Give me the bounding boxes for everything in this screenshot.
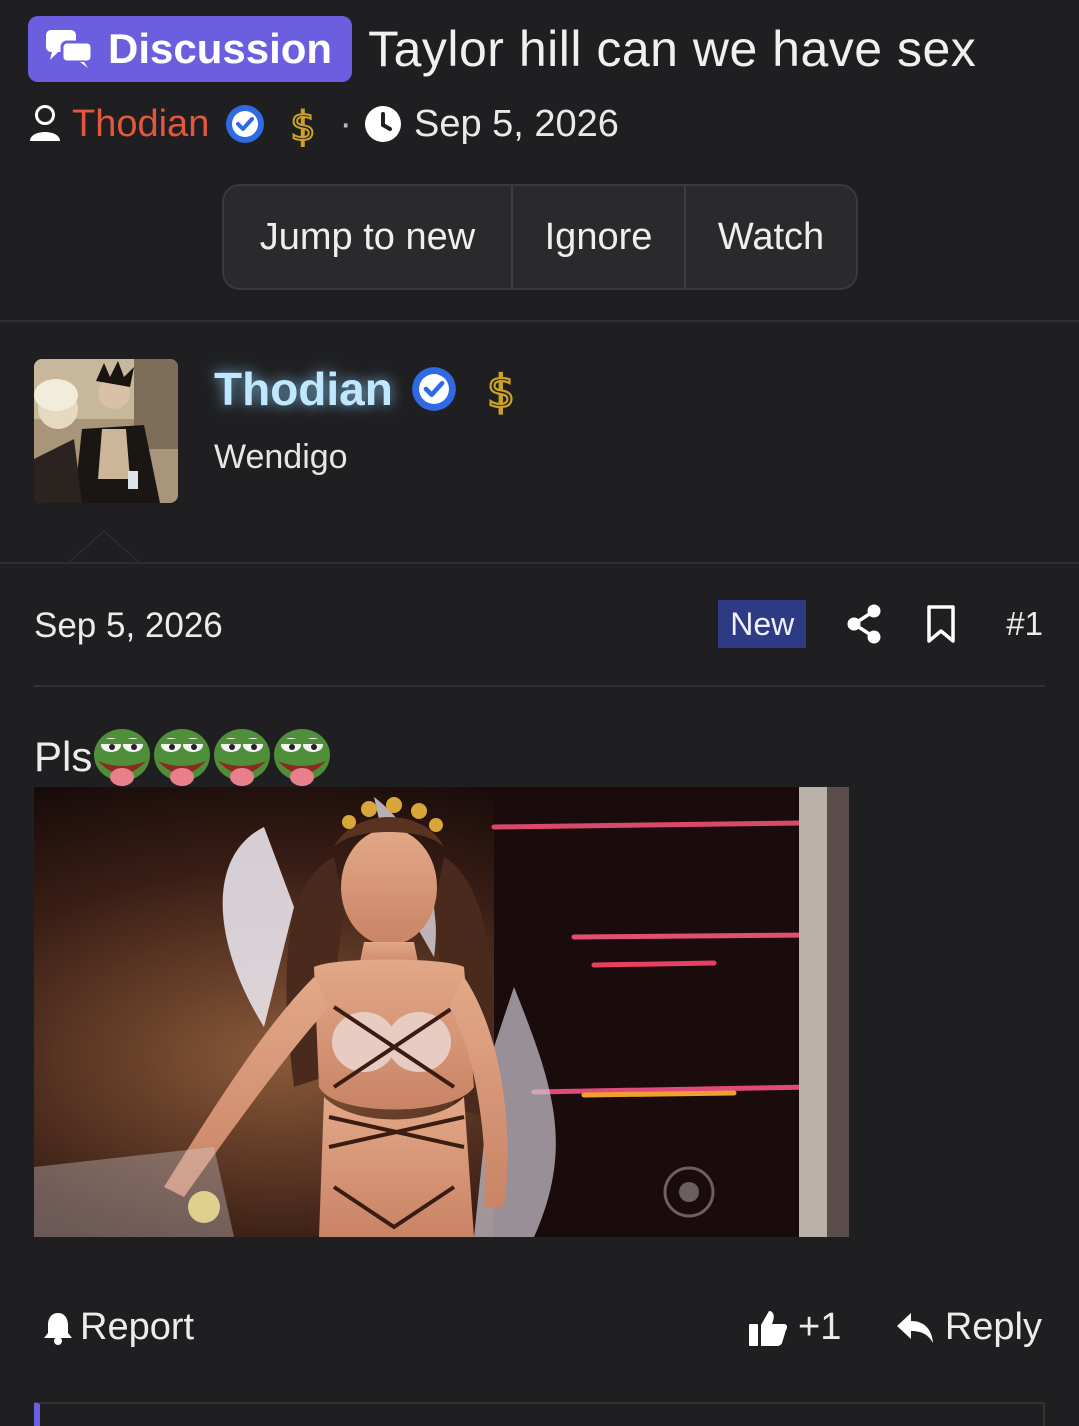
discussion-icon bbox=[46, 30, 94, 68]
bell-icon bbox=[44, 1312, 72, 1345]
meta-separator: · bbox=[339, 102, 352, 145]
post-user-block: Thodian $ Wendigo bbox=[0, 322, 1079, 564]
post-date[interactable]: Sep 5, 2026 bbox=[34, 606, 223, 646]
prefix-badge-discussion[interactable]: Discussion bbox=[28, 16, 353, 82]
thumbs-up-icon bbox=[749, 1310, 788, 1346]
reply-button[interactable]: Reply bbox=[895, 1306, 1042, 1349]
like-button[interactable]: +1 bbox=[748, 1306, 841, 1349]
thread-date: Sep 5, 2026 bbox=[413, 102, 619, 145]
thread-header: Discussion Taylor hill can we have sex T… bbox=[0, 0, 1079, 320]
report-label: Report bbox=[80, 1306, 195, 1348]
ignore-button[interactable]: Ignore bbox=[513, 186, 686, 288]
username-row: Thodian $ bbox=[214, 362, 521, 416]
thread-meta: Thodian $ · Sep 5, 2026 bbox=[28, 100, 619, 148]
post-gif-image[interactable] bbox=[34, 787, 849, 1237]
avatar[interactable] bbox=[34, 359, 178, 503]
reply-label: Reply bbox=[944, 1306, 1042, 1348]
dollar-icon: $ bbox=[290, 103, 317, 148]
like-count: +1 bbox=[798, 1306, 842, 1348]
svg-text:$: $ bbox=[487, 367, 515, 416]
user-title: Wendigo bbox=[214, 438, 348, 476]
bookmark-icon[interactable] bbox=[926, 604, 956, 644]
reply-icon bbox=[896, 1312, 933, 1343]
thread-title: Taylor hill can we have sex bbox=[368, 21, 977, 77]
prefix-label: Discussion bbox=[108, 25, 333, 72]
post-username[interactable]: Thodian bbox=[214, 362, 393, 416]
pepe-emoji-icon bbox=[274, 729, 331, 786]
report-button[interactable]: Report bbox=[42, 1306, 194, 1349]
svg-text:$: $ bbox=[291, 104, 316, 148]
pepe-emoji-icon bbox=[154, 729, 211, 786]
dollar-icon: $ bbox=[486, 366, 517, 416]
post-actions: New #1 bbox=[718, 600, 1043, 648]
user-icon bbox=[30, 105, 60, 141]
post-header-rule bbox=[34, 685, 1045, 687]
thread-action-buttons: Jump to new Ignore Watch bbox=[222, 184, 858, 290]
message-arrow bbox=[66, 530, 142, 564]
thread-author-link[interactable]: Thodian bbox=[72, 103, 209, 146]
post-text-row: Pls bbox=[34, 724, 332, 790]
next-post-edge bbox=[34, 1402, 1045, 1426]
post-body: Pls bbox=[34, 724, 332, 790]
verified-icon bbox=[226, 105, 265, 143]
post-number[interactable]: #1 bbox=[1006, 605, 1043, 643]
title-row: Discussion Taylor hill can we have sex bbox=[28, 16, 976, 82]
pepe-emoji-icon bbox=[94, 729, 151, 786]
jump-to-new-button[interactable]: Jump to new bbox=[224, 186, 513, 288]
watch-button[interactable]: Watch bbox=[686, 186, 856, 288]
new-badge: New bbox=[718, 600, 807, 648]
clock-icon bbox=[364, 106, 401, 142]
post-text: Pls bbox=[34, 733, 93, 780]
verified-icon bbox=[412, 367, 456, 411]
post-footer: Report +1 Reply bbox=[34, 1302, 1044, 1362]
pepe-emoji-icon bbox=[214, 729, 271, 786]
post-container: Sep 5, 2026 New #1 Pls Report +1 Reply bbox=[0, 564, 1079, 1426]
share-icon[interactable] bbox=[846, 604, 882, 644]
